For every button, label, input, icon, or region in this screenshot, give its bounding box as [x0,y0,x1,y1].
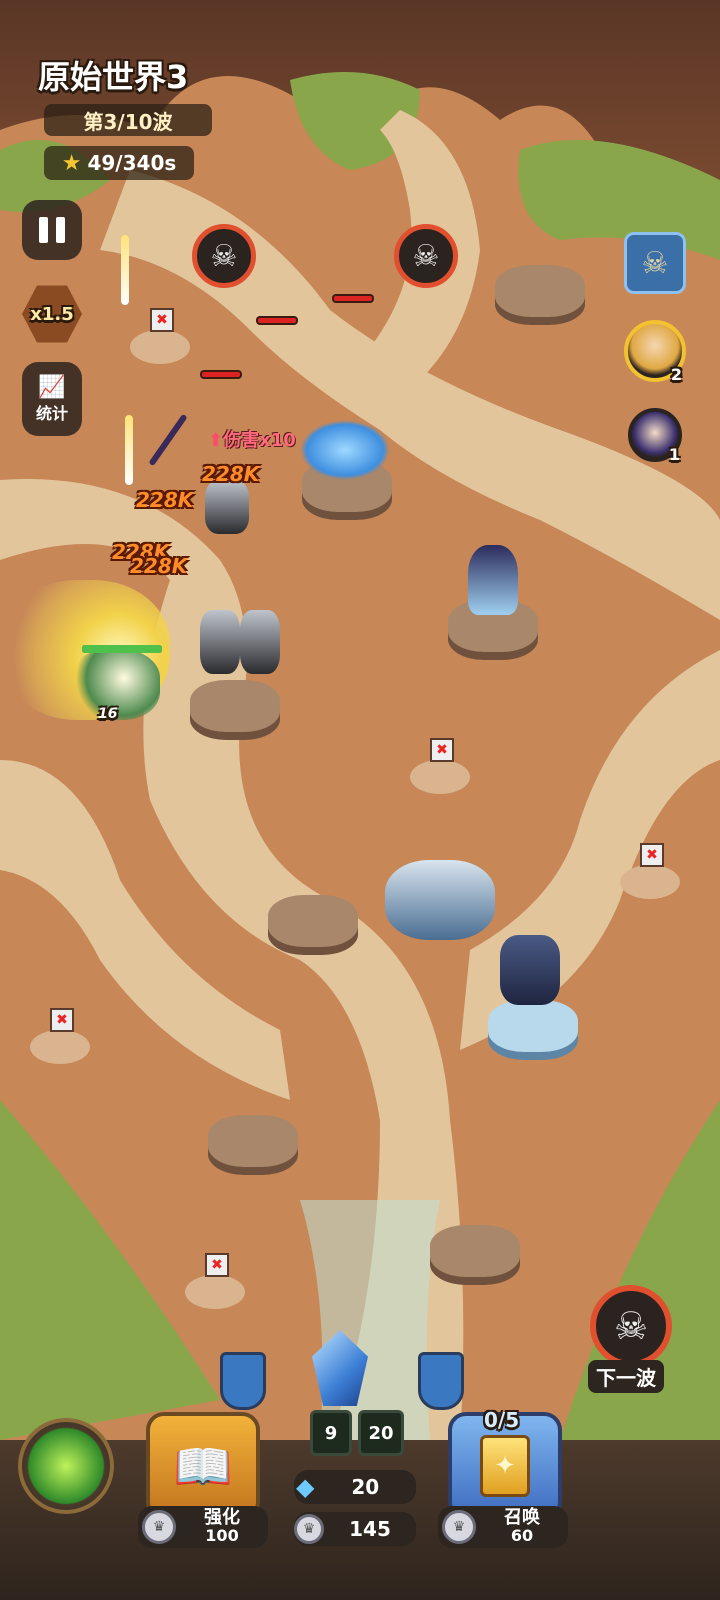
mage-hero-unit[interactable] [468,545,518,615]
x-sign-icon: ✖ [430,738,454,762]
summon-label: 召唤 [504,1507,540,1528]
wave-label: 第3/10波 [83,109,173,134]
stats-button[interactable]: 📈 统计 [22,362,82,436]
speed-label: x1.5 [30,303,74,325]
ice-tower-effect [300,420,390,480]
arrow-projectile [121,235,129,305]
enemy-spawn-indicator[interactable]: ☠ [394,224,458,288]
crystal-counter-left: 9 [310,1410,352,1456]
card-icon: ✦ [480,1435,530,1497]
tower-slot[interactable] [488,1000,578,1052]
knight-unit [205,480,249,534]
damage-popup: 228K [202,462,260,486]
pause-icon [39,217,65,243]
skull-icon: ☠ [613,1304,649,1348]
blocked-slot[interactable]: ✖ [30,1008,90,1064]
next-wave-label: 下一波 [588,1360,664,1393]
boss-level: 16 [98,706,118,722]
blocked-slot[interactable]: ✖ [130,308,190,364]
tower-slot[interactable] [430,1225,520,1277]
upgrade-button[interactable]: 📖 [146,1412,260,1520]
hero-portrait-selected[interactable]: ☠ [624,232,686,294]
blocked-slot[interactable]: ✖ [185,1253,245,1309]
coin-resource: ♛ 145 [294,1512,416,1546]
enemy-health-bar [202,372,240,377]
arrow-projectile [125,415,133,485]
crystal-counter-right: 20 [358,1410,404,1456]
tower-slot[interactable] [495,265,585,317]
skull-icon: ☠ [210,238,238,274]
summon-progress: 0/5 [484,1408,520,1432]
dragon-unit[interactable] [385,860,495,940]
upgrade-label: 强化 [204,1507,240,1528]
star-counter: ★ 49/340s [44,146,194,180]
knight-unit [240,610,280,674]
silver-coin-icon: ♛ [294,1514,324,1544]
book-icon: 📖 [173,1438,233,1495]
buff-label: 伤害x10 [223,430,296,451]
hero-count: 1 [668,445,680,464]
gem-resource: ◆ 20 [294,1470,416,1504]
blocked-slot[interactable]: ✖ [410,738,470,794]
banner [220,1352,266,1410]
summon-cost: ♛ 召唤 60 [438,1506,568,1548]
enemy-spawn-indicator[interactable]: ☠ [192,224,256,288]
next-wave-button[interactable]: ☠ [590,1285,672,1367]
skill-button[interactable] [18,1418,114,1514]
dragon-skull-icon: ☠ [641,245,669,281]
skull-icon: ☠ [412,238,440,274]
blocked-slot[interactable]: ✖ [620,843,680,899]
damage-buff: ⬆伤害x10 [208,426,296,452]
x-sign-icon: ✖ [50,1008,74,1032]
gem-icon: ◆ [296,1473,315,1501]
enemy-health-bar [258,318,296,323]
upgrade-cost: ♛ 强化 100 [138,1506,268,1548]
tower-slot[interactable] [190,680,280,732]
hero-count: 2 [670,365,682,384]
enemy-health-bar [334,296,372,301]
x-sign-icon: ✖ [205,1253,229,1277]
x-sign-icon: ✖ [150,308,174,332]
upgrade-cost-value: 100 [205,1526,239,1545]
silver-coin-icon: ♛ [442,1510,476,1544]
up-arrow-icon: ⬆ [208,430,224,451]
game-map: ✖ ✖ ✖ ✖ ✖ 16 ⬆伤害x10 228K 228K 228K 228K [0,0,720,1600]
damage-popup: 228K [130,554,188,578]
damage-popup: 228K [136,488,194,512]
knight-unit [200,610,240,674]
level-title: 原始世界3 [38,58,189,96]
hero-portrait[interactable]: 2 [624,320,686,384]
dark-knight-unit[interactable] [500,935,560,1005]
x-sign-icon: ✖ [640,843,664,867]
boss-health-bar [82,645,162,653]
chart-icon: 📈 [38,374,66,400]
hero-portrait[interactable]: 1 [628,408,682,464]
stats-label: 统计 [35,403,68,423]
tower-slot[interactable] [208,1115,298,1167]
banner [418,1352,464,1410]
star-icon: ★ [61,150,82,176]
silver-coin-icon: ♛ [142,1510,176,1544]
wave-counter: 第3/10波 [44,104,212,136]
coin-amount: 145 [349,1517,391,1541]
summon-cost-value: 60 [510,1526,534,1545]
tower-slot[interactable] [268,895,358,947]
star-count: 49/340s [87,151,177,175]
gem-amount: 20 [351,1475,380,1499]
pause-button[interactable] [22,200,82,260]
